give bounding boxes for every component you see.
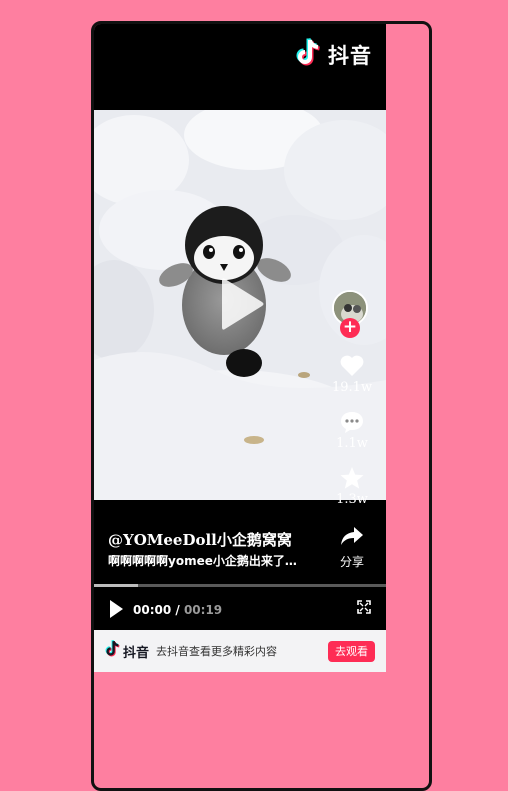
playback-controls: 00:00 / 00:19 <box>94 596 386 626</box>
app-logo: 抖音 <box>296 38 372 72</box>
duration: 00:19 <box>183 603 223 617</box>
brand-name: 抖音 <box>328 44 372 68</box>
like-count: 19.1w <box>332 380 373 395</box>
phone-frame: 抖音 + 19.1w 1.1w 1.3w @YOMeeDoll小企鹅窝窝 啊啊啊… <box>91 21 432 791</box>
time-separator: / <box>171 603 184 617</box>
watch-button[interactable]: 去观看 <box>328 641 375 662</box>
comment-button[interactable]: 1.1w <box>332 410 372 451</box>
video-caption: 啊啊啊啊啊yomee小企鹅出来了… <box>108 554 297 568</box>
share-label: 分享 <box>339 555 364 569</box>
tiktok-note-icon <box>296 38 322 72</box>
download-banner: 抖音 去抖音查看更多精彩内容 去观看 <box>94 630 386 672</box>
follow-plus-icon[interactable]: + <box>340 318 360 338</box>
fullscreen-button[interactable] <box>357 599 371 618</box>
comment-count: 1.1w <box>336 436 368 451</box>
progress-fill <box>94 584 138 587</box>
share-arrow-icon <box>339 527 365 551</box>
banner-brand: 抖音 <box>123 645 150 661</box>
video-player[interactable]: 抖音 + 19.1w 1.1w 1.3w @YOMeeDoll小企鹅窝窝 啊啊啊… <box>94 24 386 672</box>
like-button[interactable]: 19.1w <box>332 354 372 395</box>
share-button[interactable]: 分享 <box>337 525 367 570</box>
progress-bar[interactable] <box>94 584 386 587</box>
play-button[interactable] <box>108 599 124 623</box>
tiktok-note-icon <box>105 640 121 662</box>
play-overlay-icon[interactable] <box>220 275 266 337</box>
play-icon <box>110 600 123 618</box>
fullscreen-icon <box>357 600 371 614</box>
current-time: 00:00 <box>133 603 172 617</box>
banner-text: 去抖音查看更多精彩内容 <box>156 645 278 658</box>
banner-logo: 抖音 <box>105 640 149 662</box>
favorite-button[interactable]: 1.3w <box>332 466 372 507</box>
favorite-count: 1.3w <box>336 492 368 507</box>
author-name[interactable]: @YOMeeDoll小企鹅窝窝 <box>108 529 292 550</box>
time-display: 00:00 / 00:19 <box>133 603 222 617</box>
